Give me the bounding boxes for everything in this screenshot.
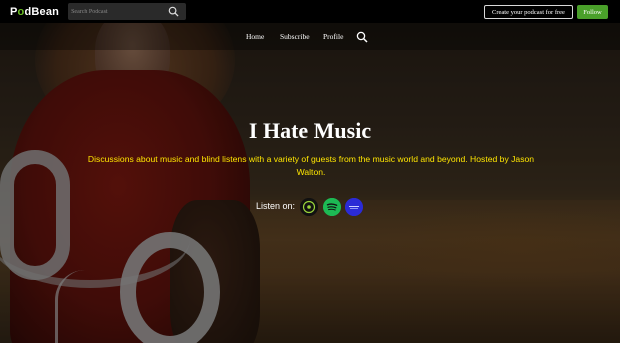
- follow-button[interactable]: Follow: [577, 5, 608, 19]
- podbean-icon: [300, 198, 318, 216]
- podcast-nav: Home Subscribe Profile: [0, 23, 620, 50]
- podbean-logo[interactable]: Po dBean: [10, 6, 59, 18]
- podcast-title: I Hate Music: [248, 118, 372, 143]
- spotify-icon: [323, 198, 341, 216]
- nav-item-subscribe[interactable]: Subscribe: [280, 32, 310, 41]
- search-input[interactable]: [68, 8, 162, 15]
- search-icon[interactable]: [168, 6, 179, 17]
- podcast-app-icon: [345, 198, 363, 216]
- podcast-app-link[interactable]: [345, 198, 363, 216]
- top-bar: PodBean Create your podcast for free Fol…: [0, 0, 620, 23]
- listen-on-label: Listen on:: [256, 201, 296, 211]
- search-box: [68, 3, 187, 20]
- podcast-description: Discussions about music and blind listen…: [87, 154, 535, 177]
- nav-search-icon[interactable]: [356, 31, 368, 43]
- podbean-app-link[interactable]: [300, 198, 318, 216]
- spotify-link[interactable]: [323, 198, 341, 216]
- create-podcast-button[interactable]: Create your podcast for free: [484, 5, 573, 19]
- nav-item-home[interactable]: Home: [246, 32, 264, 41]
- nav-item-profile[interactable]: Profile: [323, 32, 343, 41]
